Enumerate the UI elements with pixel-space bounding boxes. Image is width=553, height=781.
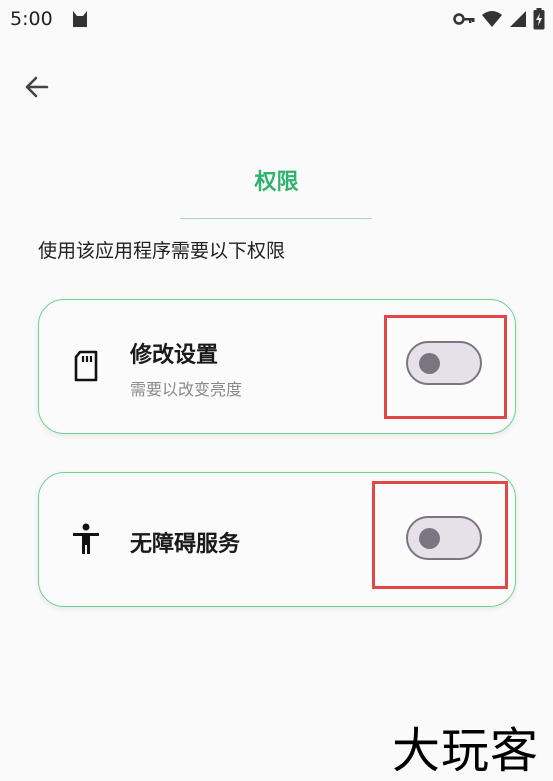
permission-title: 无障碍服务 (130, 532, 241, 557)
arrow-left-icon (25, 76, 49, 98)
accessibility-icon (73, 523, 99, 554)
permissions-description: 使用该应用程序需要以下权限 (38, 240, 286, 262)
cat-icon (73, 11, 87, 27)
signal-icon (510, 11, 526, 27)
highlight-box (372, 481, 508, 589)
battery-charging-icon (533, 8, 545, 30)
status-time: 5:00 (10, 8, 53, 30)
permission-subtitle: 需要以改变亮度 (130, 380, 243, 399)
watermark: 大玩客 (391, 723, 539, 779)
back-button[interactable] (20, 70, 54, 104)
highlight-box (384, 315, 507, 419)
status-icons (453, 8, 545, 30)
wifi-icon (482, 11, 502, 27)
sd-card-icon (74, 350, 98, 382)
title-underline (180, 218, 372, 219)
page-title: 权限 (254, 170, 299, 195)
key-icon (453, 13, 475, 25)
permission-title: 修改设置 (130, 343, 219, 368)
status-bar: 5:00 (0, 0, 553, 40)
